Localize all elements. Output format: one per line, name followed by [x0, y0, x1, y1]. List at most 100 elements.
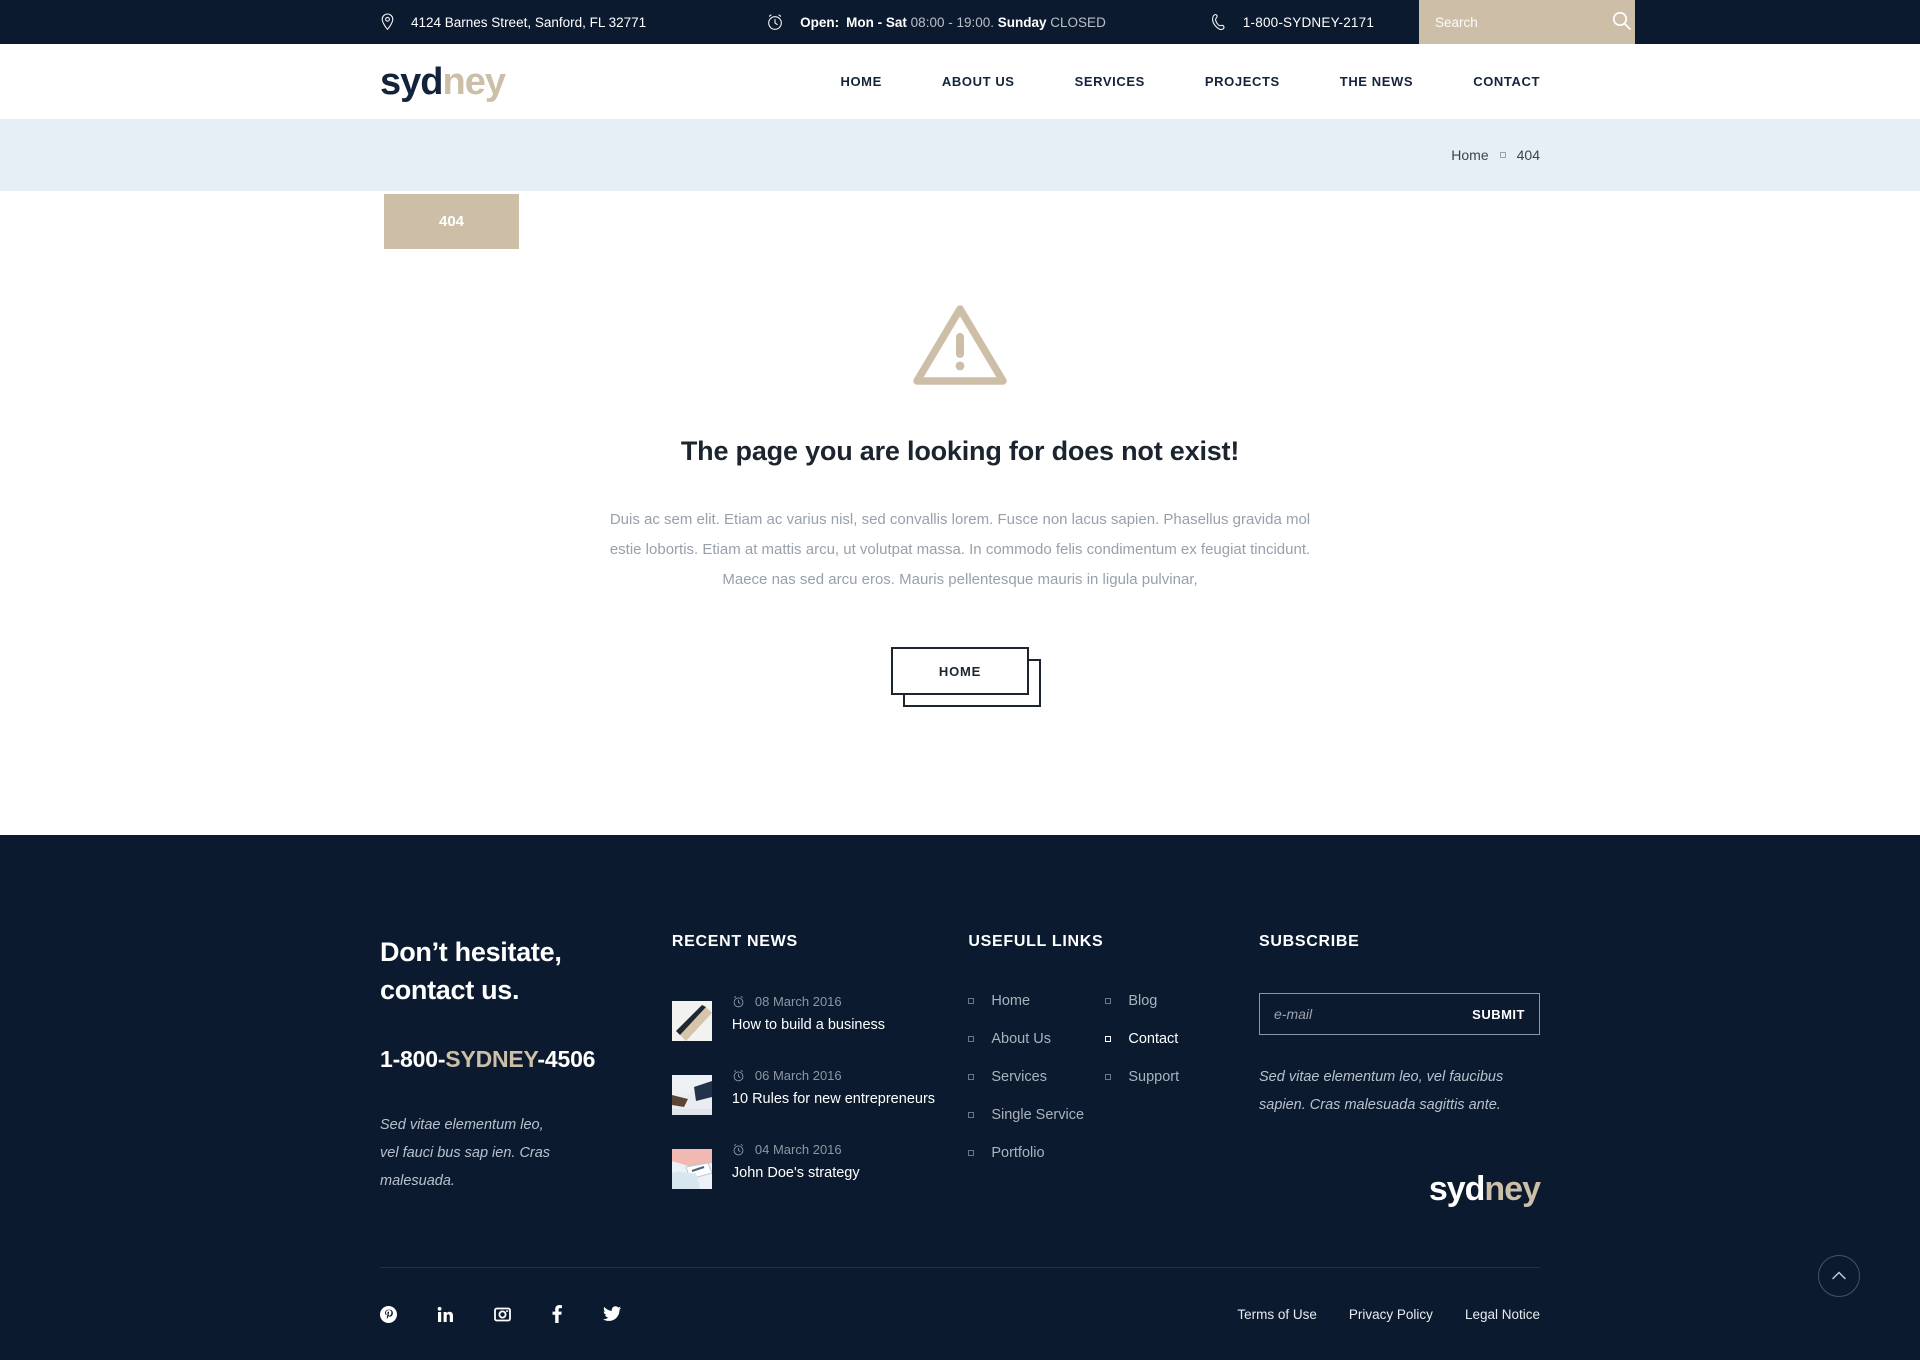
breadcrumb: Home 404: [1451, 147, 1540, 163]
phone-handset-icon: [1211, 13, 1227, 31]
hours-sunday: Sunday: [997, 14, 1047, 30]
legal-link-privacy-policy[interactable]: Privacy Policy: [1349, 1307, 1433, 1322]
footer-link-label[interactable]: Home: [991, 993, 1030, 1009]
list-item[interactable]: 04 March 2016 John Doe's strategy: [671, 1141, 938, 1189]
warning-icon-wrap: [0, 301, 1920, 394]
footer-links-column: USEFULL LINKS Home About Us Services Sin…: [968, 933, 1259, 1215]
search-icon: [1612, 11, 1631, 33]
footer-phone-highlight: SYDNEY: [445, 1045, 538, 1072]
footer-link-blog[interactable]: Blog: [1105, 993, 1242, 1009]
instagram-icon[interactable]: [494, 1306, 511, 1323]
footer-link-label[interactable]: Contact: [1128, 1031, 1178, 1047]
error-description: Duis ac sem elit. Etiam ac varius nisl, …: [609, 511, 1311, 588]
news-title[interactable]: How to build a business: [732, 1017, 885, 1033]
footer-link-label[interactable]: Portfolio: [991, 1145, 1044, 1161]
legal-link-legal-notice[interactable]: Legal Notice: [1465, 1307, 1540, 1322]
site-header: sydney HOME ABOUT US SERVICES PROJECTS T…: [0, 44, 1920, 119]
clock-icon: [732, 995, 745, 1008]
footer-links-col-1: Home About Us Services Single Service Po…: [968, 993, 1105, 1183]
footer-link-label[interactable]: Services: [991, 1069, 1047, 1085]
footer-link-about-us[interactable]: About Us: [968, 1031, 1105, 1047]
chevron-up-icon: [1832, 1267, 1846, 1285]
footer-link-support[interactable]: Support: [1105, 1069, 1242, 1085]
page-root: 4124 Barnes Street, Sanford, FL 32771 Op…: [0, 0, 1920, 1360]
email-field[interactable]: [1274, 1006, 1473, 1022]
warning-triangle-icon: [911, 301, 1009, 394]
nav-item-contact[interactable]: CONTACT: [1473, 74, 1540, 89]
site-footer: Don’t hesitate, contact us. 1-800-SYDNEY…: [0, 835, 1920, 1360]
site-logo[interactable]: sydney: [380, 60, 506, 103]
news-date: 08 March 2016: [754, 994, 842, 1009]
list-item[interactable]: 08 March 2016 How to build a business: [671, 993, 938, 1041]
footer-link-single-service[interactable]: Single Service: [968, 1107, 1105, 1123]
address-text: 4124 Barnes Street, Sanford, FL 32771: [411, 14, 647, 30]
hours-closed: CLOSED: [1050, 14, 1106, 30]
hours-label: Open:: [800, 14, 840, 30]
twitter-icon[interactable]: [603, 1306, 621, 1322]
footer-link-label[interactable]: About Us: [991, 1031, 1051, 1047]
news-title[interactable]: John Doe's strategy: [732, 1165, 860, 1181]
breadcrumb-separator-icon: [1499, 152, 1506, 158]
home-button[interactable]: HOME: [891, 647, 1029, 695]
subscribe-form[interactable]: SUBMIT: [1259, 993, 1540, 1035]
footer-link-contact[interactable]: Contact: [1105, 1031, 1242, 1047]
search-input[interactable]: [1435, 14, 1612, 30]
page-title: The page you are looking for does not ex…: [680, 436, 1240, 466]
nav-item-services[interactable]: SERVICES: [1075, 74, 1145, 89]
list-item[interactable]: 06 March 2016 10 Rules for new entrepren…: [671, 1067, 938, 1115]
breadcrumb-home[interactable]: Home: [1451, 147, 1488, 163]
news-date-row: 06 March 2016: [732, 1068, 935, 1083]
linkedin-icon[interactable]: [437, 1306, 454, 1323]
main-navigation: HOME ABOUT US SERVICES PROJECTS THE NEWS…: [840, 74, 1540, 89]
news-date: 04 March 2016: [754, 1142, 842, 1157]
square-bullet-icon: [1105, 1036, 1112, 1042]
news-title[interactable]: 10 Rules for new entrepreneurs: [732, 1091, 935, 1107]
news-thumbnail: [671, 1001, 712, 1041]
footer-link-label[interactable]: Support: [1128, 1069, 1179, 1085]
logo-text-dark: syd: [380, 60, 443, 103]
nav-item-about-us[interactable]: ABOUT US: [942, 74, 1015, 89]
nav-item-home[interactable]: HOME: [840, 74, 881, 89]
address-block: 4124 Barnes Street, Sanford, FL 32771: [380, 13, 646, 31]
submit-button[interactable]: SUBMIT: [1472, 1007, 1525, 1022]
nav-item-projects[interactable]: PROJECTS: [1205, 74, 1280, 89]
news-date-row: 08 March 2016: [732, 994, 885, 1009]
phone-number: 1-800-SYDNEY-2171: [1242, 14, 1375, 30]
legal-link-terms-of-use[interactable]: Terms of Use: [1237, 1307, 1317, 1322]
footer-phone-prefix: 1-800-: [380, 1045, 446, 1072]
phone-block[interactable]: 1-800-SYDNEY-2171: [1211, 13, 1374, 31]
page-title-chip: 404: [384, 194, 519, 249]
scroll-to-top-button[interactable]: [1818, 1255, 1860, 1297]
footer-contact-column: Don’t hesitate, contact us. 1-800-SYDNEY…: [380, 933, 672, 1215]
pinterest-icon[interactable]: [380, 1305, 397, 1323]
footer-news-column: RECENT NEWS 08 March 2016 How to build a…: [671, 933, 968, 1215]
logo-text-light: ney: [442, 60, 505, 103]
search-submit-button[interactable]: [1612, 11, 1631, 33]
footer-logo[interactable]: sydney: [1259, 1172, 1541, 1206]
clock-icon: [732, 1143, 745, 1156]
footer-bottom-bar: Terms of Use Privacy Policy Legal Notice: [380, 1268, 1540, 1360]
top-info-bar: 4124 Barnes Street, Sanford, FL 32771 Op…: [0, 0, 1920, 44]
footer-link-services[interactable]: Services: [968, 1069, 1105, 1085]
footer-phone[interactable]: 1-800-SYDNEY-4506: [380, 1046, 632, 1073]
footer-link-label[interactable]: Single Service: [991, 1107, 1084, 1123]
news-thumbnail: [671, 1149, 712, 1189]
square-bullet-icon: [968, 1112, 975, 1118]
home-button-wrap: HOME: [0, 647, 1920, 707]
footer-link-label[interactable]: Blog: [1128, 993, 1157, 1009]
footer-contact-note: Sed vitae elementum leo, vel fauci bus s…: [380, 1116, 551, 1190]
square-bullet-icon: [968, 1074, 975, 1080]
hours-time: 08:00 - 19:00.: [910, 14, 994, 30]
facebook-icon[interactable]: [551, 1305, 563, 1323]
footer-subscribe-note: Sed vitae elementum leo, vel faucibus sa…: [1259, 1069, 1504, 1114]
search-box[interactable]: [1419, 0, 1635, 44]
page-banner: Home 404: [0, 119, 1920, 191]
map-pin-icon: [380, 13, 395, 31]
footer-link-home[interactable]: Home: [968, 993, 1105, 1009]
footer-phone-suffix: -4506: [537, 1045, 596, 1072]
footer-link-portfolio[interactable]: Portfolio: [968, 1145, 1105, 1161]
error-content: The page you are looking for does not ex…: [0, 191, 1920, 835]
footer-subscribe-column: SUBSCRIBE SUBMIT Sed vitae elementum leo…: [1259, 933, 1541, 1215]
square-bullet-icon: [1105, 998, 1112, 1004]
nav-item-the-news[interactable]: THE NEWS: [1340, 74, 1413, 89]
